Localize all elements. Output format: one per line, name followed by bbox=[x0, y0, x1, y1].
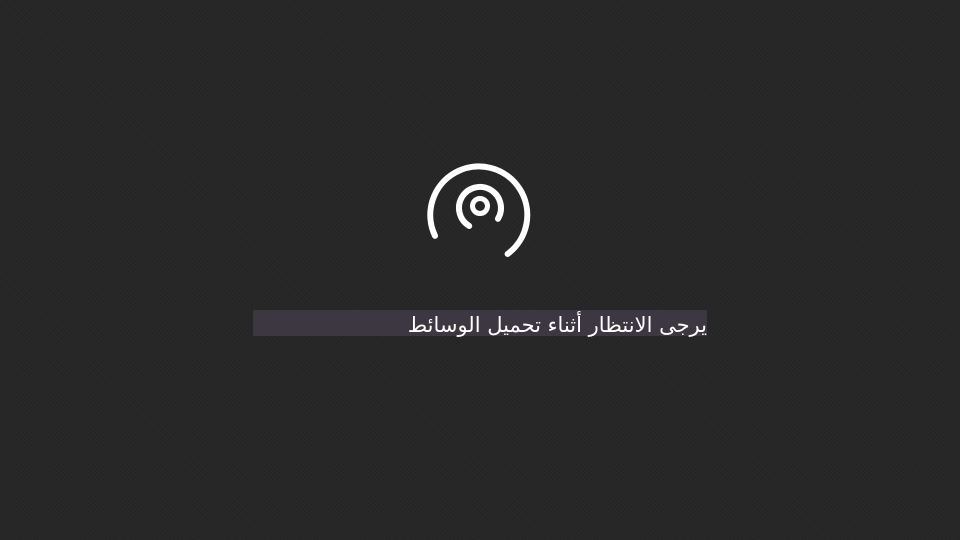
loading-message: يرجى الانتظار أثناء تحميل الوسائط bbox=[407, 313, 707, 337]
media-loading-icon bbox=[427, 163, 531, 257]
media-loading-screen: يرجى الانتظار أثناء تحميل الوسائط bbox=[0, 0, 960, 540]
